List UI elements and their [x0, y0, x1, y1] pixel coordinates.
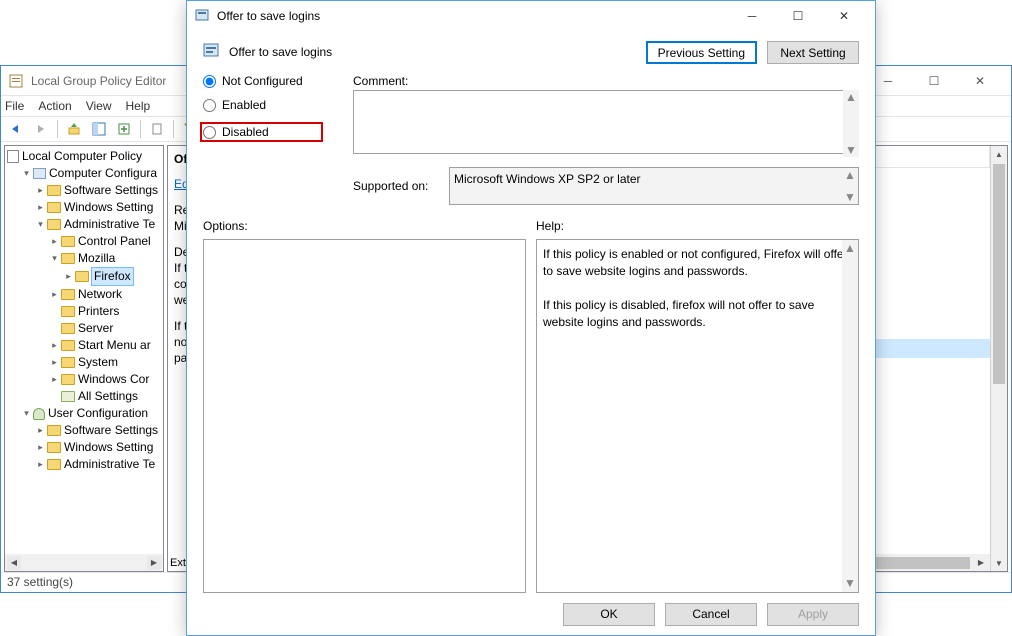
expand-icon[interactable]: ▸ — [49, 289, 60, 300]
tree-mozilla[interactable]: ▾Mozilla — [49, 250, 163, 267]
tree-start-menu[interactable]: ▸Start Menu ar — [49, 337, 163, 354]
radio-disabled-input[interactable] — [203, 126, 216, 139]
scroll-down-icon[interactable]: ▼ — [991, 555, 1007, 571]
menu-action[interactable]: Action — [38, 99, 71, 113]
details-tab[interactable]: Ext — [170, 557, 186, 569]
dialog-app-icon — [195, 7, 211, 26]
help-text: If this policy is enabled or not configu… — [543, 246, 852, 280]
menu-help[interactable]: Help — [126, 99, 151, 113]
toolbar-forward-button[interactable] — [30, 119, 52, 139]
dialog-title: Offer to save logins — [217, 9, 729, 23]
scroll-right-icon[interactable]: ▶ — [147, 556, 161, 570]
help-scrollbar[interactable]: ▲▼ — [842, 240, 858, 592]
dialog-titlebar[interactable]: Offer to save logins ─ ☐ ✕ — [187, 1, 875, 31]
ok-button[interactable]: OK — [563, 603, 655, 626]
toolbar-show-hide-button[interactable] — [88, 119, 110, 139]
policy-heading: Offer to save logins — [229, 45, 332, 59]
tree-user-admin[interactable]: ▸Administrative Te — [35, 456, 163, 473]
expand-icon[interactable]: ▸ — [35, 442, 46, 453]
tree-windows-settings[interactable]: ▸Windows Setting — [35, 199, 163, 216]
state-radio-group: Not Configured Enabled Disabled — [203, 74, 323, 205]
tree-network[interactable]: ▸Network — [49, 286, 163, 303]
scroll-left-icon[interactable]: ◀ — [7, 556, 21, 570]
expand-icon[interactable]: ▸ — [63, 271, 74, 282]
tree-server[interactable]: Server — [49, 320, 163, 337]
dialog-maximize-button[interactable]: ☐ — [775, 5, 821, 27]
toolbar-export-button[interactable] — [113, 119, 135, 139]
scroll-thumb[interactable] — [993, 164, 1005, 384]
tree-root[interactable]: Local Computer Policy — [7, 148, 163, 165]
scroll-right-icon[interactable]: ▶ — [974, 556, 988, 570]
dialog-close-button[interactable]: ✕ — [821, 5, 867, 27]
toolbar-back-button[interactable] — [5, 119, 27, 139]
tree-user-config[interactable]: ▾User Configuration — [21, 405, 163, 422]
tree-user-windows[interactable]: ▸Windows Setting — [35, 439, 163, 456]
expand-icon[interactable]: ▸ — [49, 236, 60, 247]
next-setting-button[interactable]: Next Setting — [767, 41, 859, 64]
options-label: Options: — [203, 219, 526, 233]
expand-icon[interactable]: ▸ — [49, 374, 60, 385]
radio-enabled[interactable]: Enabled — [203, 98, 323, 112]
radio-enabled-input[interactable] — [203, 99, 216, 112]
policy-edit-dialog: Offer to save logins ─ ☐ ✕ Offer to save… — [186, 0, 876, 636]
options-box — [203, 239, 526, 593]
dialog-footer: OK Cancel Apply — [187, 593, 875, 635]
collapse-icon[interactable]: ▾ — [21, 408, 32, 419]
apply-button[interactable]: Apply — [767, 603, 859, 626]
tree-windows-components[interactable]: ▸Windows Cor — [49, 371, 163, 388]
tree-all-settings[interactable]: All Settings — [49, 388, 163, 405]
policy-icon — [203, 41, 221, 62]
expand-icon[interactable]: ▸ — [49, 357, 60, 368]
supported-on-box: Microsoft Windows XP SP2 or later ▲▼ — [449, 167, 859, 205]
cancel-button[interactable]: Cancel — [665, 603, 757, 626]
comment-textarea[interactable] — [353, 90, 859, 154]
tree-control-panel[interactable]: ▸Control Panel — [49, 233, 163, 250]
gpe-app-icon — [9, 73, 25, 89]
expand-icon[interactable]: ▸ — [35, 425, 46, 436]
list-vertical-scrollbar[interactable]: ▲ ▼ — [990, 146, 1007, 571]
radio-not-configured[interactable]: Not Configured — [203, 74, 323, 88]
collapse-icon[interactable]: ▾ — [49, 253, 60, 264]
supported-scrollbar: ▲▼ — [842, 168, 858, 204]
toolbar-refresh-button[interactable] — [146, 119, 168, 139]
tree-horizontal-scrollbar[interactable]: ◀ ▶ — [5, 554, 163, 571]
dialog-minimize-button[interactable]: ─ — [729, 5, 775, 27]
expand-icon[interactable]: ▸ — [35, 202, 46, 213]
gpe-close-button[interactable]: ✕ — [957, 70, 1003, 92]
expand-icon[interactable]: ▸ — [35, 459, 46, 470]
collapse-icon[interactable]: ▾ — [35, 219, 46, 230]
help-text: If this policy is disabled, firefox will… — [543, 297, 852, 331]
gpe-maximize-button[interactable]: ☐ — [911, 70, 957, 92]
tree-system[interactable]: ▸System — [49, 354, 163, 371]
help-label: Help: — [536, 219, 859, 233]
help-box: If this policy is enabled or not configu… — [536, 239, 859, 593]
supported-on-value: Microsoft Windows XP SP2 or later — [454, 172, 641, 186]
previous-setting-button[interactable]: Previous Setting — [646, 41, 757, 64]
collapse-icon[interactable]: ▾ — [21, 168, 32, 179]
menu-file[interactable]: File — [5, 99, 24, 113]
radio-disabled[interactable]: Disabled — [200, 122, 323, 142]
tree-computer-config[interactable]: ▾Computer Configura — [21, 165, 163, 182]
supported-label: Supported on: — [353, 179, 439, 193]
comment-label: Comment: — [353, 74, 859, 88]
menu-view[interactable]: View — [86, 99, 112, 113]
tree-admin-templates[interactable]: ▾Administrative Te — [35, 216, 163, 233]
comment-scrollbar[interactable]: ▲▼ — [843, 90, 859, 157]
expand-icon[interactable]: ▸ — [35, 185, 46, 196]
gpe-tree[interactable]: Local Computer Policy ▾Computer Configur… — [4, 145, 164, 572]
tree-firefox[interactable]: ▸Firefox — [63, 267, 163, 286]
tree-software-settings[interactable]: ▸Software Settings — [35, 182, 163, 199]
expand-icon[interactable]: ▸ — [49, 340, 60, 351]
toolbar-up-button[interactable] — [63, 119, 85, 139]
tree-user-software[interactable]: ▸Software Settings — [35, 422, 163, 439]
scroll-up-icon[interactable]: ▲ — [991, 146, 1007, 162]
tree-printers[interactable]: Printers — [49, 303, 163, 320]
radio-not-configured-input[interactable] — [203, 75, 216, 88]
